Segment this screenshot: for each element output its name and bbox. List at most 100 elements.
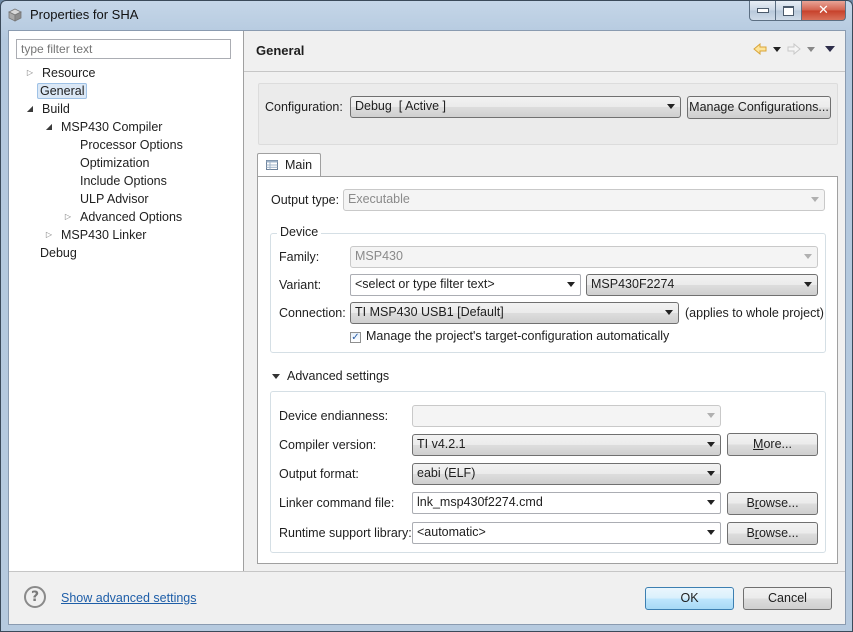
compiler-version-value: TI v4.2.1 [417, 437, 466, 451]
ok-button[interactable]: OK [645, 587, 734, 610]
browse-runtime-button[interactable]: Browse... [727, 522, 818, 545]
tree-item-include-options[interactable]: Include Options [77, 172, 170, 190]
tree-item-resource[interactable]: ▷ Resource [25, 64, 99, 82]
tree-item-msp430-compiler[interactable]: ◢ MSP430 Compiler [44, 118, 165, 136]
linker-command-file-label: Linker command file: [279, 496, 395, 510]
collapse-icon[interactable]: ◢ [25, 100, 35, 118]
help-icon[interactable]: ? [24, 586, 46, 608]
window-title: Properties for SHA [30, 7, 139, 22]
title-bar[interactable]: Properties for SHA ✕ [1, 1, 852, 29]
history-nav [753, 43, 835, 55]
properties-dialog: Properties for SHA ✕ ▷ Resource Ge [0, 0, 853, 632]
tree-item-label: MSP430 Compiler [61, 120, 163, 134]
browse-linker-button[interactable]: Browse... [727, 492, 818, 515]
output-type-select[interactable]: Executable [343, 189, 825, 211]
view-menu-icon[interactable] [825, 46, 835, 52]
runtime-library-value: <automatic> [417, 525, 486, 539]
expand-icon[interactable]: ▷ [44, 226, 54, 244]
output-format-select[interactable]: eabi (ELF) [412, 463, 721, 485]
configuration-label: Configuration: [265, 100, 343, 114]
tree-item-label: MSP430 Linker [61, 228, 147, 242]
more-button[interactable]: More... [727, 433, 818, 456]
maximize-icon [783, 5, 794, 16]
tab-main-label: Main [285, 158, 313, 172]
output-format-value: eabi (ELF) [417, 466, 476, 480]
tree-item-general[interactable]: General [37, 82, 88, 100]
close-button[interactable]: ✕ [802, 1, 846, 21]
tree-item-processor-options[interactable]: Processor Options [77, 136, 186, 154]
manage-configurations-button[interactable]: Manage Configurations... [687, 96, 831, 119]
tree-item-msp430-linker[interactable]: ▷ MSP430 Linker [44, 226, 149, 244]
chevron-down-icon [804, 282, 812, 287]
variant-filter-value: <select or type filter text> [355, 277, 495, 291]
advanced-settings-label: Advanced settings [287, 369, 390, 383]
variant-label: Variant: [279, 278, 322, 292]
back-menu-icon[interactable] [773, 46, 781, 52]
back-arrow-icon[interactable] [753, 43, 767, 55]
more-button-label: More... [753, 437, 792, 451]
show-advanced-settings-link[interactable]: Show advanced settings [61, 591, 197, 605]
tab-main[interactable]: Main [257, 153, 321, 177]
maximize-button[interactable] [776, 1, 802, 21]
table-icon [266, 160, 278, 170]
tree-item-label: ULP Advisor [80, 192, 149, 206]
cancel-button[interactable]: Cancel [743, 587, 832, 610]
manage-target-checkbox[interactable]: ✓ [350, 332, 361, 343]
connection-select[interactable]: TI MSP430 USB1 [Default] [350, 302, 679, 324]
linker-command-file-value: lnk_msp430f2274.cmd [417, 495, 543, 509]
compiler-version-label: Compiler version: [279, 438, 377, 452]
chevron-down-icon [707, 530, 715, 535]
filter-input[interactable] [16, 39, 231, 59]
tree-item-build[interactable]: ◢ Build [25, 100, 73, 118]
device-group: Device Family: MSP430 Variant: <select o… [270, 225, 826, 353]
main-tab-panel: Output type: Executable Device Family: M… [257, 176, 838, 564]
expanded-triangle-icon [272, 374, 280, 379]
app-icon [8, 8, 22, 22]
expand-icon[interactable]: ▷ [25, 64, 35, 82]
minimize-icon [756, 8, 769, 13]
tree-item-debug[interactable]: Debug [37, 244, 80, 262]
collapse-icon[interactable]: ◢ [44, 118, 54, 136]
output-format-label: Output format: [279, 467, 359, 481]
tree-item-optimization[interactable]: Optimization [77, 154, 152, 172]
tree-item-ulp-advisor[interactable]: ULP Advisor [77, 190, 152, 208]
chevron-down-icon [804, 254, 812, 259]
configuration-select[interactable]: Debug [ Active ] [350, 96, 681, 118]
family-select[interactable]: MSP430 [350, 246, 818, 268]
endianness-label: Device endianness: [279, 409, 389, 423]
page-header: General [244, 31, 845, 72]
tree-item-advanced-options[interactable]: ▷ Advanced Options [63, 208, 185, 226]
chevron-down-icon [707, 413, 715, 418]
family-value: MSP430 [355, 249, 403, 263]
connection-note: (applies to whole project) [685, 306, 824, 320]
configuration-value: Debug [ Active ] [355, 99, 447, 113]
forward-menu-icon[interactable] [807, 46, 815, 52]
expand-icon[interactable]: ▷ [63, 208, 73, 226]
manage-target-label[interactable]: Manage the project's target-configuratio… [366, 329, 669, 343]
compiler-version-select[interactable]: TI v4.2.1 [412, 434, 721, 456]
linker-command-file-input[interactable]: lnk_msp430f2274.cmd [412, 492, 721, 514]
close-icon: ✕ [818, 3, 829, 18]
tree-item-label: Debug [40, 246, 77, 260]
tree-item-label: Resource [42, 66, 96, 80]
chevron-down-icon [707, 442, 715, 447]
browse-runtime-label: Browse... [746, 526, 799, 540]
tree-item-label: Include Options [80, 174, 167, 188]
advanced-settings-group: Device endianness: Compiler version: TI … [270, 391, 826, 553]
tree-item-label: Advanced Options [80, 210, 183, 224]
chevron-down-icon [665, 310, 673, 315]
runtime-library-input[interactable]: <automatic> [412, 522, 721, 544]
variant-filter-input[interactable]: <select or type filter text> [350, 274, 581, 296]
chevron-down-icon [707, 500, 715, 505]
properties-page: General Configuration: Debug [ Active ] … [244, 31, 845, 571]
endianness-select[interactable] [412, 405, 721, 427]
chevron-down-icon [667, 104, 675, 109]
tree-item-label: Build [42, 102, 70, 116]
chevron-down-icon [567, 282, 575, 287]
tree-item-label: Processor Options [80, 138, 183, 152]
output-type-label: Output type: [271, 193, 340, 207]
forward-arrow-icon[interactable] [787, 43, 801, 55]
variant-value: MSP430F2274 [591, 277, 675, 291]
minimize-button[interactable] [749, 1, 776, 21]
variant-select[interactable]: MSP430F2274 [586, 274, 818, 296]
